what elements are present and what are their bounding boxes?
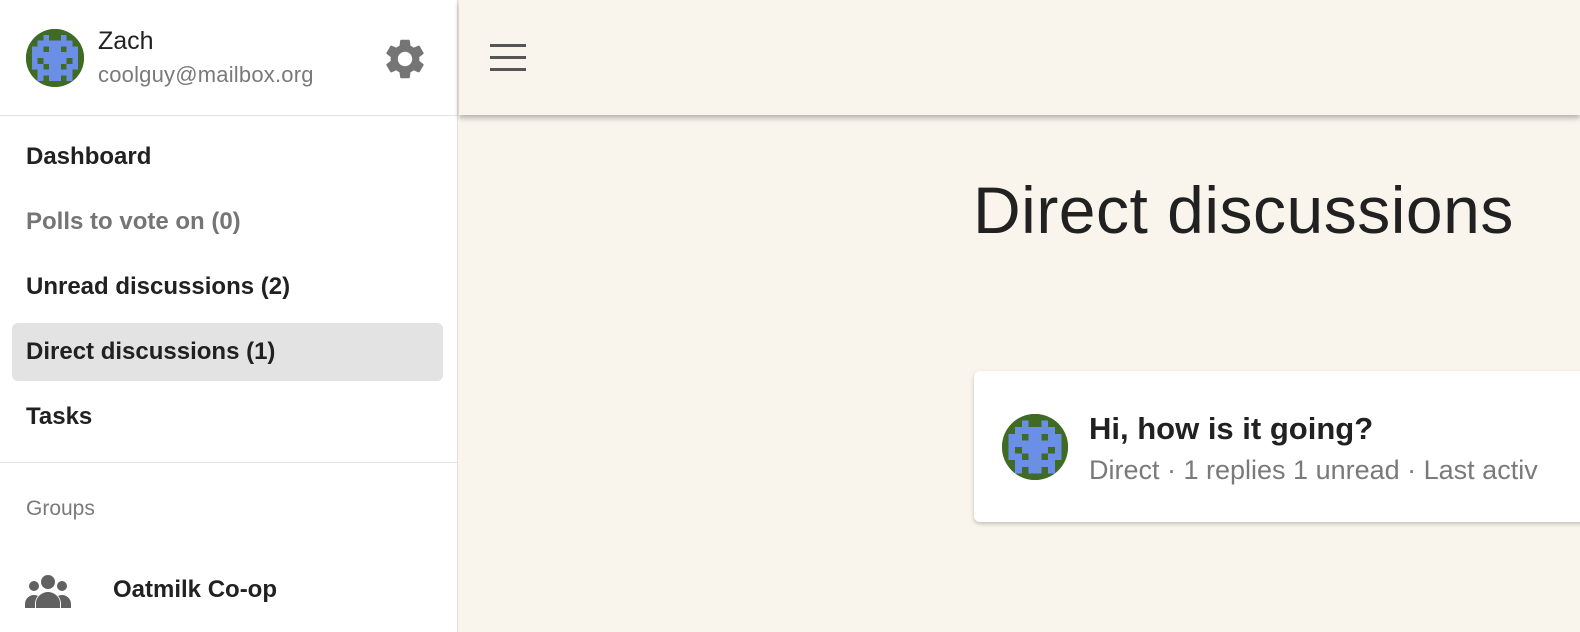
nav-item-label: Dashboard (26, 143, 152, 170)
user-header: Zach coolguy@mailbox.org (0, 0, 457, 116)
user-email: coolguy@mailbox.org (98, 62, 314, 87)
settings-button[interactable] (381, 35, 429, 83)
gear-icon (386, 39, 424, 79)
nav-item-direct-discussions[interactable]: Direct discussions (1) (12, 323, 443, 381)
sidebar: Zach coolguy@mailbox.org Dashboard Polls… (0, 0, 458, 632)
hamburger-menu-icon (490, 44, 526, 71)
nav-item-label: Polls to vote on (0) (26, 208, 241, 235)
top-app-bar (459, 0, 1580, 115)
nav-item-label: Direct discussions (1) (26, 338, 276, 365)
discussion-author-avatar (1002, 414, 1068, 480)
people-icon (25, 574, 71, 608)
nav-divider (0, 462, 457, 463)
nav-item-label: Tasks (26, 403, 93, 430)
discussion-meta: Direct · 1 replies 1 unread · Last activ (1089, 455, 1538, 485)
pixel-avatar-icon (26, 29, 84, 87)
group-item-oatmilk-co-op[interactable]: Oatmilk Co-op (12, 562, 444, 620)
group-item-label: Oatmilk Co-op (113, 576, 278, 603)
menu-button[interactable] (488, 39, 528, 75)
user-name: Zach (98, 27, 154, 55)
sidebar-nav: Dashboard Polls to vote on (0) Unread di… (0, 128, 457, 453)
nav-item-label: Unread discussions (2) (26, 273, 291, 300)
nav-item-tasks[interactable]: Tasks (12, 388, 443, 446)
discussion-card[interactable]: Hi, how is it going? Direct · 1 replies … (974, 371, 1580, 522)
user-avatar[interactable] (26, 29, 84, 87)
groups-heading: Groups (26, 497, 95, 520)
nav-item-polls[interactable]: Polls to vote on (0) (12, 193, 443, 251)
discussion-title: Hi, how is it going? (1089, 411, 1374, 446)
nav-item-dashboard[interactable]: Dashboard (12, 128, 443, 186)
nav-item-unread-discussions[interactable]: Unread discussions (2) (12, 258, 443, 316)
pixel-avatar-icon (1002, 414, 1068, 480)
page-title: Direct discussions (973, 173, 1514, 247)
